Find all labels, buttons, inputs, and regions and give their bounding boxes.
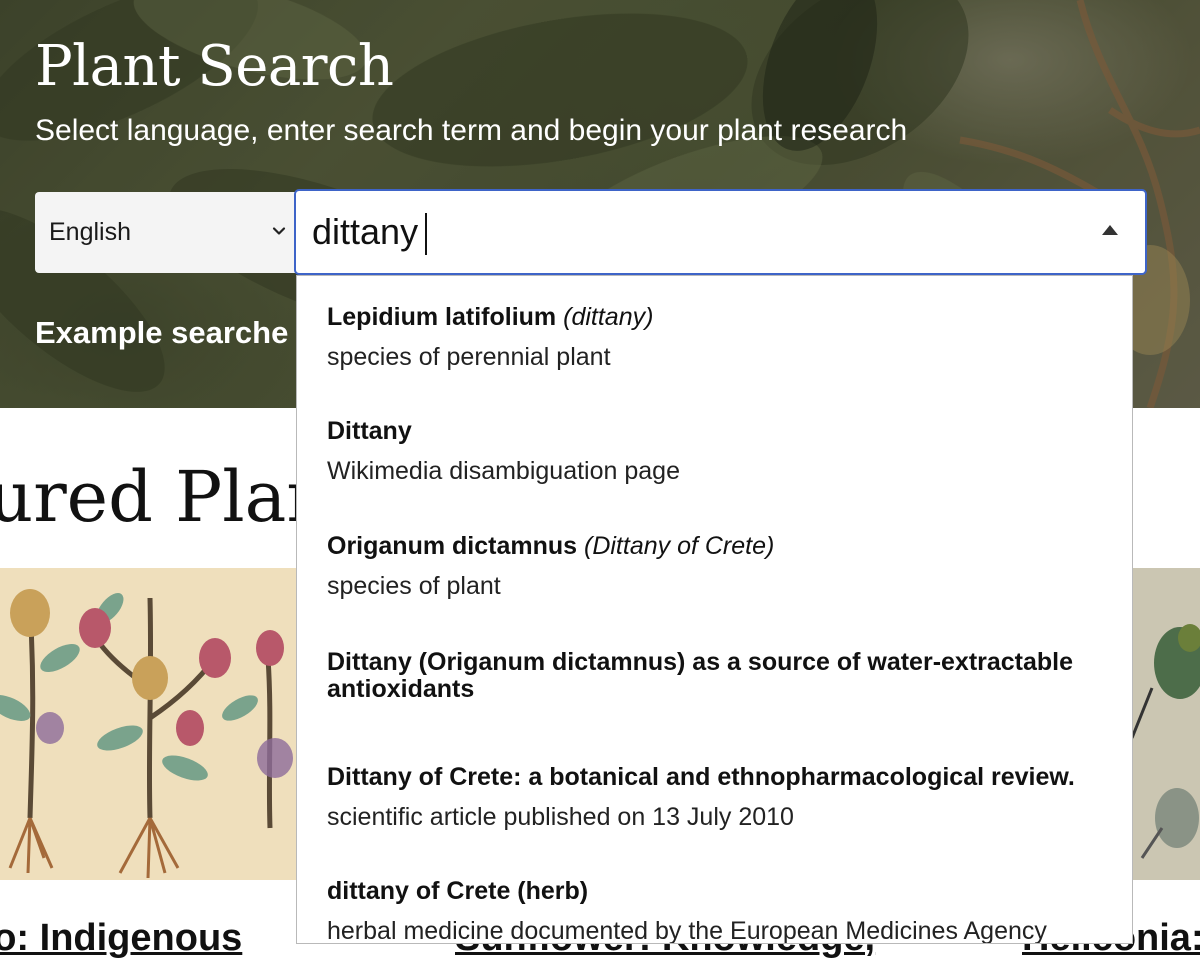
suggestion-title: Origanum dictamnus (Dittany of Crete) (327, 533, 1117, 560)
suggestion-item[interactable]: Dittany (Origanum dictamnus) as a source… (327, 649, 1117, 703)
suggestion-description: scientific article published on 13 July … (327, 803, 794, 831)
suggestion-description: species of perennial plant (327, 343, 611, 371)
suggestion-alias: (dittany) (563, 303, 654, 331)
featured-card-image[interactable] (0, 568, 296, 880)
triangle-up-icon[interactable] (1101, 224, 1119, 236)
suggestion-item[interactable]: dittany of Crete (herb) herbal medicine … (327, 878, 1117, 944)
suggestion-name: dittany of Crete (herb) (327, 877, 589, 905)
suggestion-name: Lepidium latifolium (327, 303, 557, 331)
search-field[interactable] (294, 189, 1147, 275)
suggestion-title: dittany of Crete (herb) (327, 878, 1117, 905)
chevron-down-icon (272, 227, 286, 235)
language-select-value: English (49, 218, 131, 246)
featured-card-title[interactable]: no: Indigenous (0, 912, 242, 960)
featured-plants-heading: tured Plar (0, 456, 320, 538)
example-searches-label: Example searche (35, 315, 289, 350)
suggestion-name: Dittany (327, 417, 412, 445)
suggestion-description: herbal medicine documented by the Europe… (327, 917, 1047, 944)
page-subtitle: Select language, enter search term and b… (35, 114, 908, 147)
suggestion-description: species of plant (327, 572, 501, 600)
featured-card-image-right[interactable] (1132, 568, 1200, 880)
suggestion-item[interactable]: Origanum dictamnus (Dittany of Crete) sp… (327, 533, 1117, 601)
text-cursor (425, 213, 427, 255)
suggestion-item[interactable]: Lepidium latifolium (dittany) species of… (327, 304, 1117, 372)
plant-illustration (0, 589, 293, 879)
page-title: Plant Search (35, 34, 394, 99)
suggestion-name: Origanum dictamnus (327, 532, 578, 560)
suggestion-item[interactable]: Dittany Wikimedia disambiguation page (327, 418, 1117, 486)
language-select[interactable]: English (35, 192, 295, 273)
search-suggestions-dropdown: Lepidium latifolium (dittany) species of… (296, 275, 1133, 944)
suggestion-description: Wikimedia disambiguation page (327, 457, 680, 485)
suggestion-alias: (Dittany of Crete) (584, 532, 775, 560)
hummingbird-illustration (1132, 624, 1200, 859)
suggestion-name: Dittany (Origanum dictamnus) as a source… (327, 648, 1074, 703)
suggestion-title: Lepidium latifolium (dittany) (327, 304, 1117, 331)
suggestion-title: Dittany (327, 418, 1117, 445)
suggestion-item[interactable]: Dittany of Crete: a botanical and ethnop… (327, 764, 1117, 832)
suggestion-title: Dittany of Crete: a botanical and ethnop… (327, 764, 1117, 791)
suggestion-title: Dittany (Origanum dictamnus) as a source… (327, 649, 1117, 703)
suggestion-name: Dittany of Crete: a botanical and ethnop… (327, 763, 1075, 791)
